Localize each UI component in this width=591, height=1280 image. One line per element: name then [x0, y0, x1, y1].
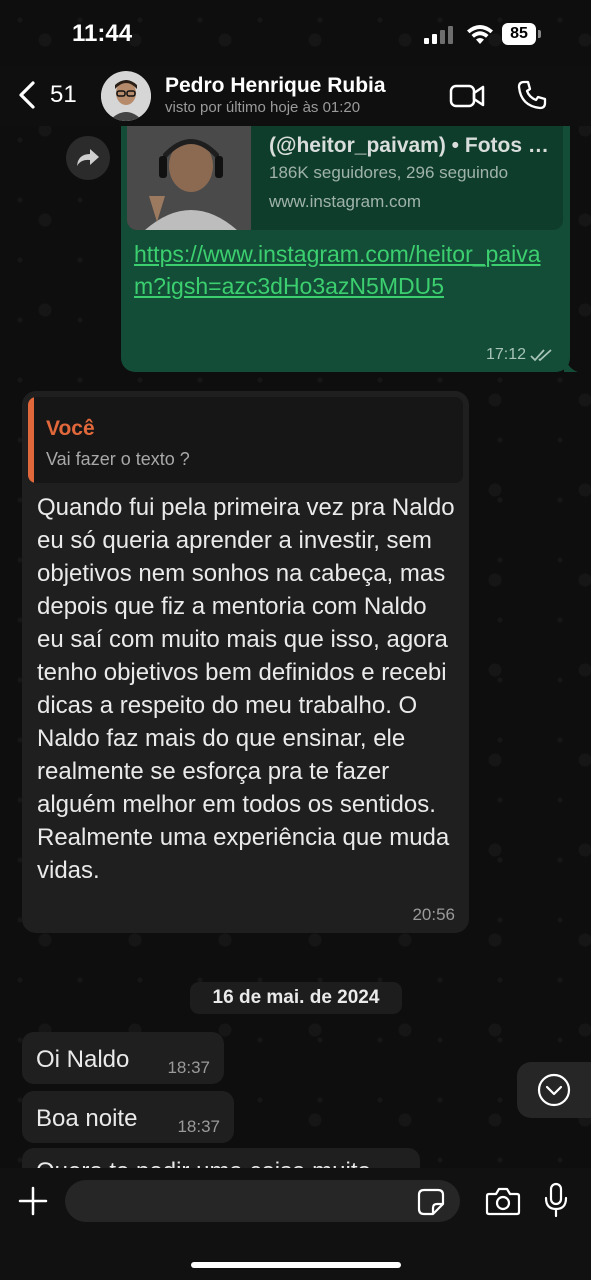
mic-icon[interactable]: [542, 1182, 570, 1218]
outgoing-message[interactable]: (@heitor_paivam) • Fotos e vídeos do Ins…: [121, 126, 570, 372]
back-chevron-icon[interactable]: [16, 80, 38, 110]
read-ticks-icon: [530, 348, 556, 362]
preview-thumbnail: [127, 126, 251, 230]
message-link[interactable]: https://www.instagram.com/heitor_paivam?…: [134, 238, 554, 302]
plus-icon[interactable]: [18, 1186, 48, 1216]
home-indicator: [191, 1262, 401, 1268]
contact-name[interactable]: Pedro Henrique Rubia: [165, 74, 386, 98]
scroll-to-bottom-button[interactable]: [517, 1062, 591, 1118]
message-time: 18:37: [177, 1117, 220, 1136]
message-time: 18:37: [167, 1058, 210, 1077]
message-text: Quando fui pela primeira vez pra Naldo e…: [37, 494, 455, 884]
message-time: 20:56: [412, 905, 455, 924]
link-preview[interactable]: (@heitor_paivam) • Fotos e vídeos do Ins…: [127, 126, 563, 230]
incoming-message[interactable]: Oi Naldo 18:37: [22, 1032, 224, 1084]
status-time: 11:44: [72, 20, 133, 47]
wifi-icon: [465, 22, 495, 46]
battery-tip: [538, 30, 541, 38]
phone-icon[interactable]: [517, 80, 547, 110]
camera-icon[interactable]: [485, 1186, 521, 1216]
sticker-icon[interactable]: [417, 1188, 445, 1216]
preview-title: (@heitor_paivam) • Fotos e vídeos do Ins…: [269, 134, 554, 157]
quote-text: Vai fazer o texto ?: [46, 449, 190, 469]
incoming-reply-message[interactable]: Você Vai fazer o texto ? Quando fui pela…: [22, 391, 469, 933]
bubble-tail: [564, 352, 578, 372]
message-composer: [0, 1168, 591, 1280]
preview-domain: www.instagram.com: [269, 192, 422, 211]
chat-header: 51 Pedro Henrique Rubia visto por último…: [0, 66, 591, 126]
avatar[interactable]: [101, 71, 151, 121]
quoted-message[interactable]: Você Vai fazer o texto ?: [28, 397, 463, 483]
date-separator: 16 de mai. de 2024: [190, 982, 402, 1014]
forward-icon: [77, 149, 99, 166]
message-time: 17:12: [485, 346, 526, 363]
forward-button[interactable]: [66, 136, 110, 180]
message-text: Boa noite: [36, 1105, 138, 1132]
chevron-down-icon: [537, 1073, 571, 1107]
preview-description: 186K seguidores, 296 seguindo: [269, 163, 509, 182]
incoming-message[interactable]: Boa noite 18:37: [22, 1091, 234, 1143]
cellular-signal-icon: [424, 26, 454, 44]
message-text: Oi Naldo: [36, 1046, 130, 1073]
unread-count[interactable]: 51: [50, 81, 77, 109]
status-bar: 11:44 85: [0, 0, 591, 66]
quote-accent-bar: [28, 397, 34, 483]
quote-author: Você: [46, 417, 95, 440]
battery-indicator: 85: [502, 23, 536, 45]
video-call-icon[interactable]: [449, 83, 485, 109]
message-input[interactable]: [65, 1180, 460, 1222]
contact-last-seen: visto por último hoje às 01:20: [165, 99, 361, 116]
